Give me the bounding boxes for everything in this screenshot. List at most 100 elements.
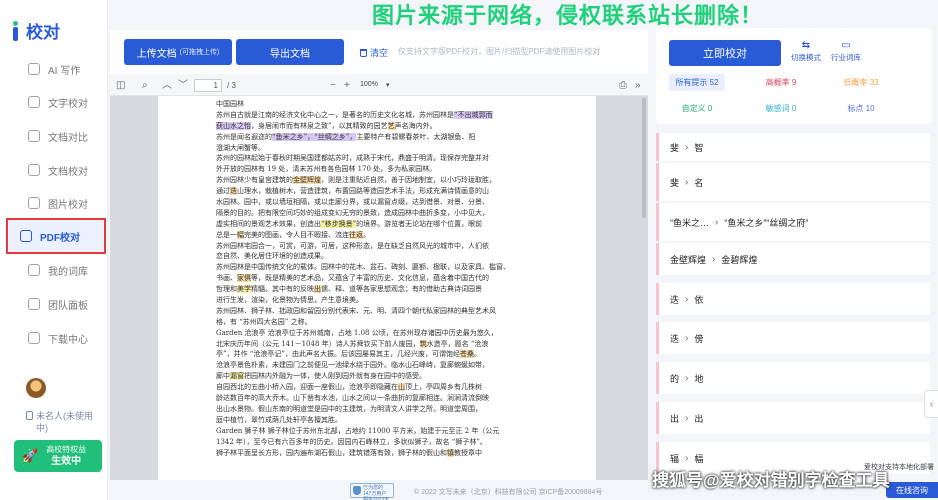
logo-text: 校对 bbox=[26, 23, 60, 42]
more-icon[interactable]: » bbox=[635, 80, 641, 92]
highlighted-error[interactable]: 金壁辉煌 bbox=[293, 176, 321, 185]
sidebar-toggle-icon[interactable]: ◫ bbox=[116, 80, 125, 92]
result-card[interactable]: 出 › 出 bbox=[656, 402, 930, 434]
industry-lexicon-label: 行业词库 bbox=[831, 53, 861, 62]
watermark-top: 图片来源于网络，侵权联系站长删除！ bbox=[372, 3, 764, 28]
highlighted-error[interactable]: 家俱 bbox=[237, 274, 251, 283]
zoom-in-icon[interactable]: + bbox=[344, 80, 350, 92]
highlighted-error[interactable]: 美学 bbox=[237, 285, 251, 294]
arrow-right-icon: › bbox=[685, 176, 689, 188]
vip-button[interactable]: 🚀 高校特权益 生效中 bbox=[14, 440, 102, 472]
filter-tag[interactable]: 自定义 0 bbox=[669, 100, 725, 117]
avatar[interactable] bbox=[26, 378, 46, 398]
vip-line2: 生效中 bbox=[51, 455, 82, 467]
zoom-out-icon[interactable]: − bbox=[330, 80, 336, 92]
app-logo[interactable]: 校对 bbox=[10, 18, 60, 43]
clear-button[interactable]: 清空 bbox=[360, 46, 388, 59]
online-consult-button[interactable]: 在线咨询 bbox=[886, 482, 938, 498]
pdf-text-line: 自园西北的五曲小桥入园，迎面一座假山，沧浪亭即隐藏在山顶上，亭四周乡有几株树 bbox=[216, 382, 546, 393]
pdf-text-segment: 苏州的园林起始于春秋时期吴国建都姑苏时，成熟于宋代，鼎盛于明清。现保存完整并对 bbox=[216, 154, 489, 163]
result-card[interactable]: 斐 › 名 bbox=[656, 163, 930, 201]
highlighted-error[interactable]: 迭 bbox=[230, 187, 237, 196]
result-card[interactable]: 的 › 地 bbox=[656, 362, 930, 394]
switch-mode-button[interactable]: ⇆ 切换模式 bbox=[786, 40, 826, 63]
download-icon bbox=[28, 332, 40, 344]
sidebar-item-download-center[interactable]: 下载中心 bbox=[0, 323, 108, 353]
chevron-left-icon[interactable]: ‹ bbox=[924, 390, 938, 418]
pdf-text-segment: 廊中 bbox=[216, 372, 230, 381]
sidebar-item-ai-writing[interactable]: AI 写作 bbox=[0, 54, 108, 84]
result-card[interactable]: 金壁辉煌 › 金碧辉煌 bbox=[656, 243, 930, 275]
pdf-text-segment: 澄湖大闸蟹等。 bbox=[216, 143, 265, 152]
pdf-text-segment: 水造亭，题名 “沧浪 bbox=[426, 339, 489, 348]
user-status-icon bbox=[26, 411, 33, 420]
pdf-text-segment: 通过 bbox=[216, 187, 230, 196]
pdf-text-segment: 把园林内外融为一体，使人刚到园外就有身在园中的感受。 bbox=[244, 372, 426, 381]
result-original: 金壁辉煌 bbox=[670, 254, 707, 265]
highlighted-error[interactable]: 漏窗 bbox=[230, 372, 244, 381]
filter-tag[interactable]: 低概率 33 bbox=[834, 74, 888, 91]
highlighted-error[interactable]: “移步换景” bbox=[321, 219, 357, 228]
sidebar-item-team-panel[interactable]: 团队面板 bbox=[0, 289, 108, 319]
sidebar-item-image-check[interactable]: 图片校对 bbox=[0, 188, 108, 218]
arrow-right-icon: › bbox=[712, 253, 716, 265]
highlighted-error[interactable]: 镇 bbox=[447, 448, 454, 457]
pdf-text-segment: 完美的图画，令人目不暇接、流连 bbox=[244, 230, 349, 239]
team-icon bbox=[28, 298, 40, 310]
highlighted-error[interactable]: 筑 bbox=[419, 339, 427, 348]
result-card[interactable]: 斐 › 智 bbox=[656, 133, 930, 161]
result-card[interactable]: 迭 › 傍 bbox=[656, 322, 930, 354]
pdf-text-segment: 顶上，亭四周乡有几株树 bbox=[405, 383, 482, 392]
sidebar-item-my-lexicon[interactable]: 我的词库 bbox=[0, 255, 108, 285]
pdf-text-line: 苏州园林是中国传统文化的载体。园林中的花木、盆石、碑刻、匾额、楹联，以及家具、槛… bbox=[216, 262, 546, 273]
page-number-input[interactable]: 1 bbox=[194, 79, 222, 92]
pdf-scrollbar[interactable] bbox=[642, 98, 646, 218]
pdf-text-segment: 哲理和 bbox=[216, 285, 237, 294]
highlighted-error[interactable]: 幅 bbox=[237, 230, 244, 239]
pdf-viewer[interactable]: 中国园林 苏州自古就是江南的经济文化中心之一，是著名的历史文化名城，苏州园林是“不… bbox=[110, 96, 648, 480]
pdf-text-line: 廊中漏窗把园林内外融为一体，使人刚到园外就有身在园中的感受。 bbox=[216, 371, 546, 382]
highlighted-error[interactable]: 山 bbox=[398, 383, 405, 392]
highlighted-error[interactable]: 获山水之怡 bbox=[216, 121, 251, 130]
pdf-text-line: 狮子林平面呈长方形，园内遍布湖石假山，建筑错落有致，狮子林的假山和镇教授章中 bbox=[216, 448, 546, 459]
result-suggestion: 金碧辉煌 bbox=[721, 254, 758, 265]
sidebar-item-pdf-check[interactable]: PDF校对 bbox=[6, 218, 106, 254]
sidebar-item-doc-check[interactable]: 文档校对 bbox=[0, 155, 108, 185]
book-open-icon: ▭ bbox=[841, 40, 851, 51]
highlighted-error[interactable]: “不出城郭而 bbox=[454, 110, 493, 119]
result-card[interactable]: 迭 › 依 bbox=[656, 283, 930, 315]
check-now-button[interactable]: 立即校对 bbox=[669, 40, 781, 66]
result-original: 出 bbox=[670, 413, 680, 424]
chevron-up-icon[interactable]: ︿ bbox=[162, 80, 172, 92]
filter-tag[interactable]: 标点 10 bbox=[834, 100, 888, 117]
highlighted-error[interactable]: 苍桑 bbox=[459, 350, 474, 359]
highlighted-error[interactable]: 艺 bbox=[387, 121, 395, 130]
pdf-text-segment: 苏州园林宅园合一，可赏，可游，可居，这种形态，是在缺乏自然风光的城市中，人们依 bbox=[216, 241, 489, 250]
upload-button[interactable]: 上传文档 (可拖拽上传) bbox=[124, 39, 232, 65]
pdf-text-segment: 隔景的目的。把有限空间巧妙的组成变幻无穷的景致，造成园林中曲折多变，小中见大， bbox=[216, 208, 489, 217]
pdf-text-line: 隔景的目的。把有限空间巧妙的组成变幻无穷的景致，造成园林中曲折多变，小中见大， bbox=[216, 208, 546, 219]
filter-tag[interactable]: 敏感词 0 bbox=[756, 100, 806, 117]
industry-lexicon-button[interactable]: ▭ 行业词库 bbox=[826, 40, 866, 63]
print-icon[interactable]: ⎙ bbox=[619, 80, 627, 92]
export-button[interactable]: 导出文档 bbox=[236, 39, 344, 65]
filter-tag[interactable]: 所有提示 52 bbox=[669, 74, 725, 91]
sidebar-item-doc-compare[interactable]: 文档对比 bbox=[0, 121, 108, 151]
highlighted-error[interactable]: 出 bbox=[314, 285, 321, 294]
pdf-text-line: 中国园林 bbox=[216, 99, 546, 110]
sidebar: 校对 AI 写作 文字校对 文档对比 文档校对 图片校对 PDF校对 我的词库 … bbox=[0, 0, 108, 500]
sidebar-item-label: PDF校对 bbox=[40, 232, 80, 244]
highlighted-error[interactable]: 往返 bbox=[349, 230, 363, 239]
image-icon bbox=[28, 197, 40, 209]
search-icon[interactable]: ⌕ bbox=[142, 80, 148, 92]
footer: 已为您的147万用户服务2023天 © 2022 文写未来（北京）科技有限公司 … bbox=[110, 480, 648, 500]
pdf-text-segment: 格，有 “苏州四大名园” 之称。 bbox=[216, 317, 312, 326]
pdf-text-segment: 儒、释、道等各家思想观念；有的借助古典诗词园景 bbox=[321, 285, 482, 294]
filter-tag[interactable]: 高概率 9 bbox=[756, 74, 806, 91]
zoom-select[interactable]: 100% bbox=[360, 81, 378, 88]
sidebar-item-text-check[interactable]: 文字校对 bbox=[0, 87, 108, 117]
chevron-down-icon[interactable]: ﹀ bbox=[178, 80, 188, 92]
pdf-text-line: 通过迭山理水，栽植树木，营造建筑，布置园路等造园艺术手法，形成充满诗情画意的山 bbox=[216, 186, 546, 197]
highlighted-error[interactable]: “鱼米之乡”，“丝绸之乡”， bbox=[272, 132, 357, 141]
result-card[interactable]: “鱼米之… › “鱼米之乡”“丝绸之府” bbox=[656, 203, 930, 241]
